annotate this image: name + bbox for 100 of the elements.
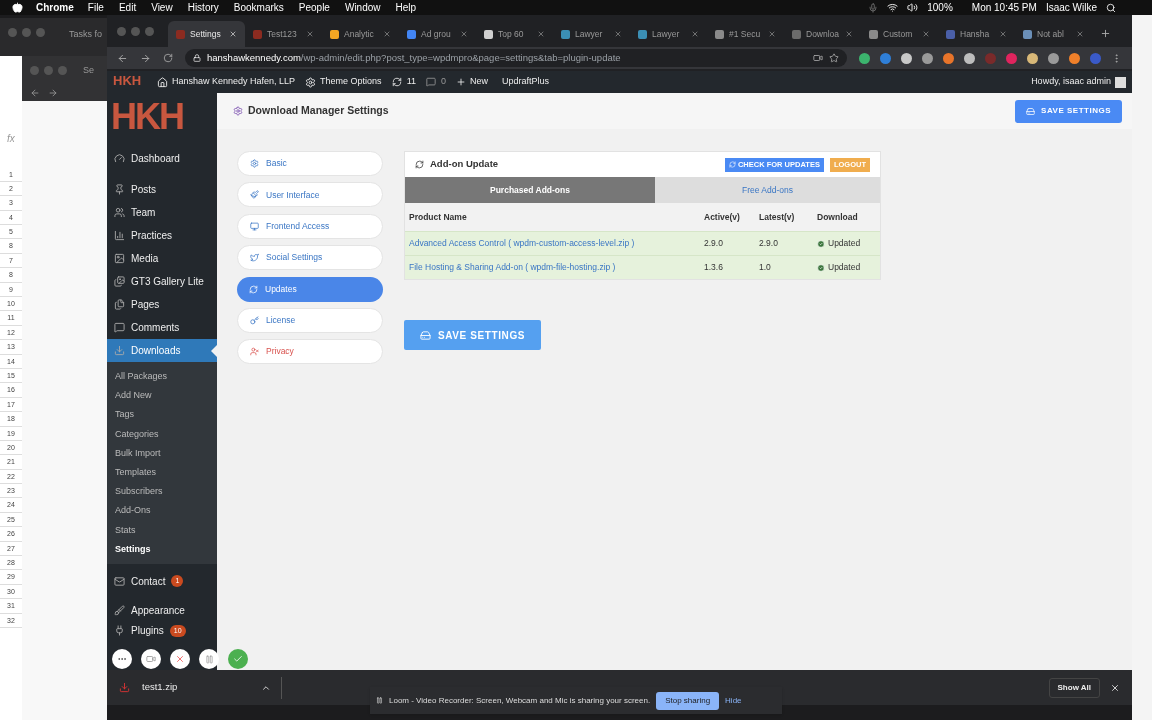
extension-icon[interactable] [943,52,954,64]
bookmark-icon[interactable] [829,53,839,63]
settings-tab[interactable]: Privacy [237,339,383,365]
extension-icon[interactable] [859,52,870,64]
extension-icon[interactable] [964,52,975,64]
back-icon[interactable] [117,52,128,64]
avatar[interactable] [1115,76,1126,88]
clock[interactable]: Mon 10:45 PM [971,0,1037,15]
stop-sharing-button[interactable]: Stop sharing [656,691,720,710]
product-link[interactable]: File Hosting & Sharing Add-on ( wpdm-file-hosting.zip ) [405,255,700,279]
new-tab-icon[interactable] [1100,28,1111,39]
browser-tab[interactable]: #1 Secu [707,21,784,47]
show-all-button[interactable]: Show All [1048,677,1100,698]
plus-icon[interactable] [456,77,466,87]
back-icon[interactable] [30,87,40,98]
submenu-item[interactable]: Stats [107,520,217,540]
settings-tab[interactable]: User Interface [237,182,383,208]
settings-tab[interactable]: Social Settings [237,245,383,271]
browser-tab[interactable]: Tasks fo [69,28,102,42]
comment-icon[interactable] [425,77,436,87]
download-file[interactable]: test1.zip [142,680,178,695]
microphone-icon[interactable] [868,2,879,13]
menu-item[interactable]: People [298,0,330,15]
submenu-item[interactable]: Bulk Import [107,443,217,463]
browser-tab[interactable]: Custom [861,21,938,47]
site-link[interactable]: Hanshaw Kennedy Hafen, LLP [172,75,296,89]
sidebar-item[interactable]: Downloads [107,339,217,362]
gear-icon[interactable] [305,76,317,88]
extension-icon[interactable] [1027,52,1038,64]
menu-item[interactable]: View [151,0,173,15]
theme-options-link[interactable]: Theme Options [320,75,382,89]
user-name[interactable]: Isaac Wilke [1045,0,1097,15]
menu-item[interactable]: Edit [118,0,137,15]
address-bar[interactable]: hanshawkennedy.com/wp-admin/edit.php?post_type=wpdmpro&page=settings&tab=plugin-update [185,49,847,67]
submenu-item[interactable]: Templates [107,462,217,483]
extension-icon[interactable] [922,52,933,64]
site-logo[interactable]: HKH [113,73,142,89]
submenu-item[interactable]: All Packages [107,367,217,387]
extension-icon[interactable] [880,52,891,64]
search-icon[interactable] [1106,2,1116,13]
sidebar-item[interactable]: GT3 Gallery Lite [107,270,217,293]
greeting[interactable]: Howdy, isaac admin [1031,75,1111,89]
browser-tab[interactable]: Ad grou [399,21,476,47]
new-link[interactable]: New [470,75,488,89]
updates-count[interactable]: 11 [406,75,416,89]
browser-tab[interactable]: Analytic [322,21,399,47]
submenu-item[interactable]: Settings [107,539,217,559]
browser-tab[interactable]: Downloa [784,21,861,47]
browser-tab[interactable]: Hansha [938,21,1015,47]
sidebar-item[interactable]: Appearance [107,598,217,622]
sidebar-item[interactable]: Team [107,201,217,224]
extension-icon[interactable] [1069,52,1080,64]
logo[interactable]: HKH [111,99,183,135]
submenu-item[interactable]: Subscribers [107,482,217,502]
plugin-link[interactable]: UpdraftPlus [502,75,550,89]
submenu-item[interactable]: Add New [107,386,217,406]
submenu-item[interactable]: Add-Ons [107,501,217,521]
sidebar-item[interactable]: Dashboard [107,147,217,170]
forward-icon[interactable] [48,87,58,98]
comments-count[interactable]: 0 [440,75,446,89]
sidebar-item[interactable]: Pages [107,293,217,316]
browser-tab[interactable]: Settings [168,21,245,47]
browser-tab[interactable]: Top 60 [476,21,553,47]
close-icon[interactable] [1110,682,1120,693]
sidebar-item[interactable]: Posts [107,178,217,201]
reload-icon[interactable] [163,53,173,63]
product-link[interactable]: Advanced Access Control ( wpdm-custom-access-level.zip ) [405,231,700,255]
sidebar-item[interactable]: Comments [107,316,217,339]
menu-item[interactable]: Window [344,0,381,15]
camera-icon[interactable] [813,53,823,63]
sidebar-item[interactable]: Practices [107,224,217,247]
menu-item[interactable]: History [187,0,219,15]
menu-item[interactable]: Bookmarks [233,0,284,15]
browser-tab[interactable]: Not abl [1015,21,1092,47]
volume-icon[interactable] [907,2,919,13]
menu-item[interactable]: File [87,0,104,15]
home-icon[interactable] [157,76,168,88]
hide-button[interactable]: Hide [725,694,742,707]
updates-icon[interactable] [391,77,402,87]
addon-tab[interactable]: Free Add-ons [655,177,880,203]
menu-item[interactable]: Chrome [36,0,74,15]
browser-tab[interactable]: Test123 [245,21,322,47]
browser-tab[interactable]: Lawyer [630,21,707,47]
submenu-item[interactable]: Tags [107,405,217,425]
forward-icon[interactable] [140,52,151,64]
extension-icon[interactable] [901,52,912,64]
extension-icon[interactable] [1048,52,1059,64]
menu-item[interactable]: Help [395,0,417,15]
settings-tab[interactable]: Frontend Access [237,213,383,239]
browser-tab[interactable]: Se [83,64,94,78]
addon-tab[interactable]: Purchased Add-ons [405,177,655,203]
apple-icon[interactable] [12,2,23,13]
submenu-item[interactable]: Categories [107,424,217,444]
sidebar-item[interactable]: Media [107,247,217,270]
settings-tab[interactable]: License [237,307,383,333]
browser-tab[interactable]: Lawyer [553,21,630,47]
settings-tab[interactable]: Updates [237,276,383,302]
wifi-icon[interactable] [887,2,899,13]
settings-tab[interactable]: Basic [237,151,383,176]
save-settings-button[interactable]: SAVE SETTINGS [1015,99,1122,123]
